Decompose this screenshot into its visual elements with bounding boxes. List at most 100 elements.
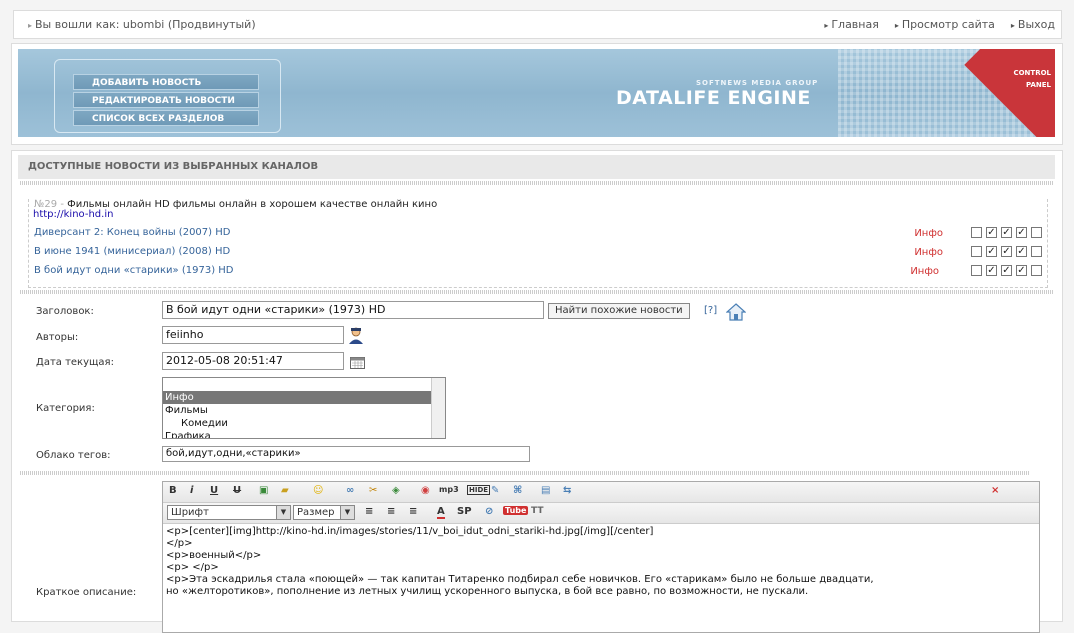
smiley-icon[interactable]: ☺ xyxy=(313,485,323,496)
split-icon[interactable]: ⇆ xyxy=(563,485,571,496)
title-label: Заголовок: xyxy=(36,306,94,317)
editor-toolbar: B i U U ▣ ▰ ☺ ∞ ✂ ◈ ◉ mp3 HIDE ✎ ⌘ ▤ ⇆ × xyxy=(163,482,1039,503)
checkbox[interactable] xyxy=(971,227,982,238)
checkbox[interactable] xyxy=(1031,227,1042,238)
align-center-icon[interactable]: ≡ xyxy=(387,506,395,517)
checkbox[interactable]: ✓ xyxy=(986,246,997,257)
no-format-icon[interactable]: ⊘ xyxy=(485,506,493,517)
news-link[interactable]: Диверсант 2: Конец войны (2007) HD xyxy=(34,227,230,238)
strike-icon[interactable]: U xyxy=(233,485,241,496)
all-sections-link[interactable]: СПИСОК ВСЕХ РАЗДЕЛОВ xyxy=(73,110,259,126)
checkbox[interactable] xyxy=(1031,265,1042,276)
spoiler-icon[interactable]: SP xyxy=(457,506,472,517)
info-link[interactable]: Инфо xyxy=(914,247,943,258)
tags-label: Облако тегов: xyxy=(36,450,111,461)
divider xyxy=(20,471,1030,475)
edit-news-link[interactable]: РЕДАКТИРОВАТЬ НОВОСТИ xyxy=(73,92,259,108)
image-icon[interactable]: ▣ xyxy=(259,485,268,496)
category-option[interactable] xyxy=(163,378,445,391)
font-select[interactable]: Шрифт ▼ xyxy=(167,505,291,520)
home-icon[interactable] xyxy=(726,303,746,321)
checkbox[interactable] xyxy=(971,246,982,257)
bold-icon[interactable]: B xyxy=(169,485,177,496)
folder-icon[interactable]: ▰ xyxy=(281,485,289,496)
align-right-icon[interactable]: ≡ xyxy=(409,506,417,517)
checkbox[interactable]: ✓ xyxy=(1016,265,1027,276)
find-similar-button[interactable]: Найти похожие новости xyxy=(548,303,690,319)
info-link[interactable]: Инфо xyxy=(914,228,943,239)
top-links: ▸ Главная ▸ Просмотр сайта ▸ Выход xyxy=(824,18,1055,31)
hide-icon[interactable]: HIDE xyxy=(467,485,491,495)
page-icon[interactable]: ▤ xyxy=(541,485,550,496)
youtube-icon[interactable]: Tube xyxy=(503,506,529,515)
list-item: В июне 1941 (минисериал) (2008) HD Инфо … xyxy=(34,246,1042,262)
divider xyxy=(20,181,1054,185)
typography-icon[interactable]: TT xyxy=(531,506,544,516)
checkbox[interactable] xyxy=(971,265,982,276)
date-input[interactable]: 2012-05-08 20:51:47 xyxy=(162,352,344,370)
news-link[interactable]: В бой идут одни «старики» (1973) HD xyxy=(34,265,234,276)
control-panel-label: CONTROL PANEL xyxy=(1013,69,1051,89)
feed-url[interactable]: http://kino-hd.in xyxy=(33,209,113,220)
main-panel: ДОСТУПНЫЕ НОВОСТИ ИЗ ВЫБРАННЫХ КАНАЛОВ №… xyxy=(11,150,1063,633)
top-bar: ▸ Вы вошли как: ubombi (Продвинутый) ▸ Гла… xyxy=(13,10,1062,39)
checkbox[interactable]: ✓ xyxy=(1001,246,1012,257)
help-link[interactable]: [?] xyxy=(704,305,717,316)
checkbox[interactable]: ✓ xyxy=(986,227,997,238)
checkbox[interactable]: ✓ xyxy=(1016,227,1027,238)
news-form: Заголовок: В бой идут одни «старики» (19… xyxy=(20,291,1046,633)
logo: DATALIFE ENGINE xyxy=(616,87,811,109)
checkbox[interactable]: ✓ xyxy=(1001,227,1012,238)
checkbox[interactable]: ✓ xyxy=(1001,265,1012,276)
user-icon[interactable] xyxy=(348,327,364,345)
code-icon[interactable]: ⌘ xyxy=(513,485,522,496)
view-site-link[interactable]: ▸ Просмотр сайта xyxy=(895,18,995,31)
category-option[interactable]: Графика xyxy=(163,430,445,438)
underline-icon[interactable]: U xyxy=(210,485,218,496)
tags-input[interactable]: бой,идут,одни,«старики» xyxy=(162,446,530,462)
info-link[interactable]: Инфо xyxy=(910,266,939,277)
logout-link[interactable]: ▸ Выход xyxy=(1011,18,1055,31)
add-news-link[interactable]: ДОБАВИТЬ НОВОСТЬ xyxy=(73,74,259,90)
authors-input[interactable]: feiinho xyxy=(162,326,344,344)
checkbox-group: ✓ ✓ ✓ xyxy=(971,227,1042,238)
flash-icon[interactable]: ◉ xyxy=(421,485,430,496)
anchor-icon[interactable]: ◈ xyxy=(392,485,400,496)
home-link[interactable]: ▸ Главная xyxy=(824,18,879,31)
short-description-label: Краткое описание: xyxy=(36,587,137,598)
banner: ДОБАВИТЬ НОВОСТЬ РЕДАКТИРОВАТЬ НОВОСТИ С… xyxy=(18,49,1055,137)
list-item: В бой идут одни «старики» (1973) HD Инфо… xyxy=(34,265,1042,281)
editor-toolbar-2: Шрифт ▼ Размер ▼ ≡ ≡ ≡ A SP ⊘ Tube TT xyxy=(163,503,1039,524)
authors-label: Авторы: xyxy=(36,332,79,343)
rich-text-editor: B i U U ▣ ▰ ☺ ∞ ✂ ◈ ◉ mp3 HIDE ✎ ⌘ ▤ ⇆ ×… xyxy=(162,481,1040,633)
title-input[interactable]: В бой идут одни «старики» (1973) HD xyxy=(162,301,544,319)
quick-menu: ДОБАВИТЬ НОВОСТЬ РЕДАКТИРОВАТЬ НОВОСТИ С… xyxy=(54,59,281,133)
text-color-icon[interactable]: A xyxy=(437,506,445,519)
section-title: ДОСТУПНЫЕ НОВОСТИ ИЗ ВЫБРАННЫХ КАНАЛОВ xyxy=(18,155,1055,179)
link-icon[interactable]: ∞ xyxy=(346,485,354,496)
category-option-selected[interactable]: Инфо xyxy=(163,391,445,404)
category-option[interactable]: Фильмы xyxy=(163,404,445,417)
news-link[interactable]: В июне 1941 (минисериал) (2008) HD xyxy=(34,246,230,257)
size-select[interactable]: Размер ▼ xyxy=(293,505,355,520)
scrollbar[interactable] xyxy=(431,378,445,438)
feed-block: №29 - Фильмы онлайн HD фильмы онлайн в х… xyxy=(28,199,1048,288)
calendar-icon[interactable] xyxy=(350,357,365,369)
checkbox[interactable] xyxy=(1031,246,1042,257)
category-select[interactable]: Инфо Фильмы Комедии Графика xyxy=(162,377,446,439)
edit-icon[interactable]: ✎ xyxy=(491,485,499,496)
checkbox-group: ✓ ✓ ✓ xyxy=(971,246,1042,257)
logged-in-status: ▸ Вы вошли как: ubombi (Продвинутый) xyxy=(28,18,256,31)
close-icon[interactable]: × xyxy=(991,485,999,496)
feed-title: Фильмы онлайн HD фильмы онлайн в хорошем… xyxy=(67,199,438,210)
category-option[interactable]: Комедии xyxy=(163,417,445,430)
italic-icon[interactable]: i xyxy=(190,485,193,496)
mp3-icon[interactable]: mp3 xyxy=(439,485,459,494)
unlink-icon[interactable]: ✂ xyxy=(369,485,377,496)
checkbox[interactable]: ✓ xyxy=(1016,246,1027,257)
header: ДОБАВИТЬ НОВОСТЬ РЕДАКТИРОВАТЬ НОВОСТИ С… xyxy=(11,43,1063,145)
list-item: Диверсант 2: Конец войны (2007) HD Инфо … xyxy=(34,227,1042,243)
category-label: Категория: xyxy=(36,403,95,414)
align-left-icon[interactable]: ≡ xyxy=(365,506,373,517)
checkbox[interactable]: ✓ xyxy=(986,265,997,276)
